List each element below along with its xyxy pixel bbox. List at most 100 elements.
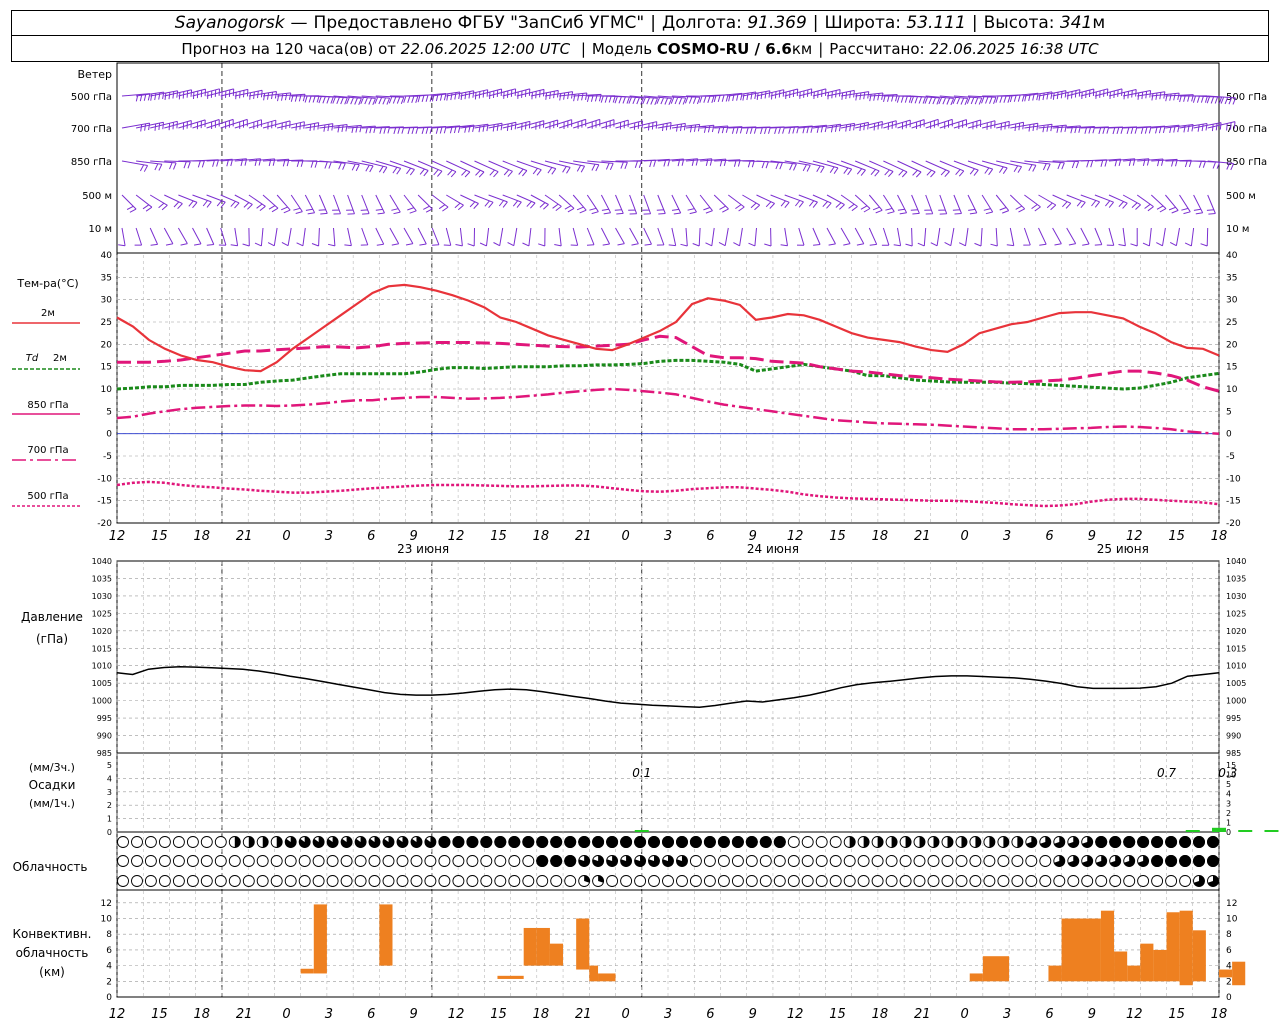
wind-barb bbox=[840, 160, 866, 176]
wind-barb bbox=[118, 227, 126, 247]
wind-barb bbox=[1193, 194, 1204, 215]
time-tick-lower: 3 bbox=[325, 1007, 333, 1022]
conv-bar bbox=[589, 965, 599, 982]
cloud-symbol-circle bbox=[1025, 875, 1038, 887]
wind-barb bbox=[443, 227, 452, 246]
temp-tick-left: 15 bbox=[101, 363, 112, 373]
conv-bar bbox=[1127, 965, 1141, 982]
wind-barb bbox=[656, 227, 665, 246]
wind-level-label-left: 700 гПа bbox=[71, 124, 112, 135]
wind-barb bbox=[1038, 194, 1057, 211]
wind-barb bbox=[544, 119, 573, 130]
wind-barb bbox=[1080, 227, 1090, 246]
cloud-symbol-circle bbox=[1011, 875, 1024, 887]
wind-barb bbox=[389, 227, 400, 246]
cloud-symbol-circle bbox=[326, 855, 339, 867]
cloud-symbol-circle bbox=[396, 855, 409, 867]
pres-tick-left: 1005 bbox=[92, 679, 112, 688]
cloud-symbol-circle bbox=[648, 875, 660, 887]
prec-tick-left: 4 bbox=[107, 774, 112, 783]
pres-tick-left: 985 bbox=[97, 749, 112, 758]
time-tick-upper: 18 bbox=[193, 529, 210, 544]
wind-barb bbox=[164, 194, 183, 210]
conv-bar bbox=[1140, 943, 1154, 982]
conv-bar bbox=[549, 943, 564, 966]
conv-bar bbox=[523, 927, 537, 966]
cloud-symbol-sector bbox=[947, 836, 953, 848]
time-tick-lower: 21 bbox=[575, 1007, 592, 1022]
conv-tick-right: 8 bbox=[1226, 930, 1232, 940]
wind-barb bbox=[455, 227, 463, 247]
legend-t500-label: 500 гПа bbox=[27, 491, 68, 502]
wind-barb bbox=[958, 227, 969, 247]
cloud-symbol-fill bbox=[1137, 836, 1150, 848]
cloud-symbol-circle bbox=[1137, 875, 1150, 887]
wind-level-label-left: 500 м bbox=[82, 191, 112, 202]
legend-td-label: Td bbox=[26, 353, 39, 364]
wind-barb bbox=[770, 194, 790, 209]
cloud-symbol-circle bbox=[1067, 875, 1080, 887]
cloud-symbol-circle bbox=[480, 855, 493, 867]
time-tick-lower: 3 bbox=[1003, 1007, 1011, 1022]
temp-tick-left: -15 bbox=[97, 497, 112, 507]
cloud-symbol-fill bbox=[1095, 836, 1108, 848]
cloud-symbol-circle bbox=[703, 855, 716, 867]
wind-barb bbox=[474, 194, 494, 209]
precip-bar bbox=[634, 830, 649, 832]
cloud-symbol-fill bbox=[494, 836, 507, 848]
pres-tick-right: 1030 bbox=[1226, 592, 1246, 601]
wind-barb bbox=[910, 194, 920, 215]
conv-tick-right: 6 bbox=[1226, 946, 1232, 956]
wind-barb bbox=[149, 194, 168, 211]
wind-barb bbox=[573, 118, 601, 129]
wind-barb bbox=[628, 194, 638, 215]
wind-barb bbox=[990, 227, 998, 247]
time-tick-lower: 18 bbox=[533, 1007, 550, 1022]
wind-barb bbox=[242, 227, 250, 247]
cloud-symbol-circle bbox=[1011, 855, 1024, 867]
temp-tick-left: 25 bbox=[101, 318, 112, 328]
precip-value-label: 0.1 bbox=[632, 766, 651, 780]
cloud-symbol-fill bbox=[745, 836, 758, 848]
cloud-symbol-fill bbox=[634, 836, 647, 848]
cloud-symbol-sector bbox=[234, 836, 241, 848]
cloud-symbol-circle bbox=[480, 875, 493, 887]
wind-barb bbox=[206, 227, 215, 246]
time-tick-lower: 6 bbox=[1045, 1007, 1053, 1022]
pres-tick-right: 1025 bbox=[1226, 609, 1246, 618]
wind-barb bbox=[728, 194, 745, 212]
pres-tick-right: 1035 bbox=[1226, 574, 1246, 583]
conv-bar bbox=[379, 904, 393, 966]
cloud-symbol-circle bbox=[438, 855, 451, 867]
time-tick-lower: 15 bbox=[490, 1007, 507, 1022]
wind-barb bbox=[150, 160, 177, 170]
cloud-symbol-circle bbox=[969, 855, 982, 867]
cloud-symbol-circle bbox=[997, 855, 1010, 867]
wind-barb bbox=[705, 227, 715, 247]
wind-barb bbox=[344, 227, 352, 247]
cloud-symbol-fill bbox=[536, 855, 549, 867]
wind-barb bbox=[318, 194, 328, 215]
wind-barb bbox=[346, 194, 355, 215]
cloud-symbol-circle bbox=[829, 836, 842, 848]
cloud-symbol-circle bbox=[452, 855, 465, 867]
temp-tick-left: 40 bbox=[101, 251, 113, 261]
cloud-symbol-circle bbox=[564, 875, 577, 887]
conv-bar bbox=[1219, 969, 1233, 978]
time-tick-lower: 9 bbox=[749, 1007, 757, 1022]
cloud-symbol-fill bbox=[522, 836, 535, 848]
time-tick-upper: 3 bbox=[664, 529, 672, 544]
conv-title-1: Конвективн. bbox=[13, 927, 92, 941]
pres-tick-left: 990 bbox=[97, 732, 112, 741]
cloud-symbol-circle bbox=[144, 855, 157, 867]
cloud-symbol-fill bbox=[773, 836, 786, 848]
wind-barb bbox=[192, 119, 220, 129]
cloud-symbol-fill bbox=[550, 836, 563, 848]
cloud-symbol-circle bbox=[969, 875, 982, 887]
cloud-symbol-circle bbox=[158, 836, 171, 848]
cloud-symbol-circle bbox=[186, 836, 199, 848]
cloud-symbol-circle bbox=[1165, 875, 1178, 887]
wind-barb bbox=[1024, 123, 1053, 133]
wind-barb bbox=[178, 194, 198, 209]
cloud-symbol-circle bbox=[117, 875, 129, 887]
